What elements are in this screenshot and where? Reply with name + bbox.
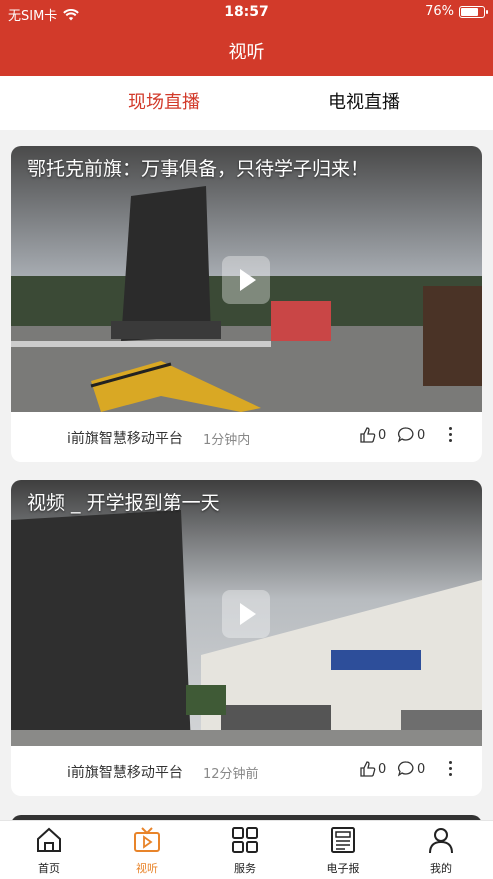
- person-icon: [429, 828, 453, 854]
- comment-count: 0: [417, 761, 426, 777]
- video-source: i前旗智慧移动平台: [67, 765, 183, 781]
- nav-audiovisual[interactable]: 视听: [98, 821, 196, 879]
- comment-count: 0: [417, 427, 426, 443]
- nav-label: 我的: [430, 862, 452, 875]
- video-source: i前旗智慧移动平台: [67, 431, 183, 447]
- video-title: 视频 _ 开学报到第一天: [27, 492, 220, 514]
- bottom-nav: 首页 视听 服务 电子报 我的: [0, 820, 493, 879]
- battery-percent: 76%: [425, 4, 454, 19]
- video-card[interactable]: 视频 _ 开学报到第一天 i前旗智慧移动平台 12分钟前 0 0: [11, 480, 482, 796]
- video-card[interactable]: 鄂托克前旗：万事俱备，只待学子归来！ i前旗智慧移动平台 1分钟内 0 0: [11, 146, 482, 462]
- video-time: 1分钟内: [203, 433, 251, 448]
- battery-fill: [461, 7, 478, 16]
- video-meta: i前旗智慧移动平台 12分钟前 0 0: [11, 746, 482, 796]
- thumbs-up-icon: [360, 427, 376, 443]
- status-bar: 无SIM卡 18:57 76%: [0, 0, 493, 26]
- nav-mine[interactable]: 我的: [392, 821, 490, 879]
- status-right: 76%: [425, 4, 488, 19]
- video-time: 12分钟前: [203, 767, 259, 782]
- grid-icon: [232, 827, 258, 853]
- comment-button[interactable]: 0: [397, 426, 425, 444]
- video-thumbnail[interactable]: 视频 _ 开学报到第一天: [11, 480, 482, 746]
- page-title: 视听: [228, 42, 265, 63]
- home-icon: [37, 827, 61, 852]
- video-meta: i前旗智慧移动平台 1分钟内 0 0: [11, 412, 482, 462]
- thumbs-up-icon: [360, 761, 376, 777]
- like-count: 0: [378, 761, 387, 777]
- like-button[interactable]: 0: [359, 426, 386, 444]
- nav-label: 首页: [38, 862, 60, 875]
- newspaper-icon: [331, 827, 355, 853]
- comment-button[interactable]: 0: [397, 760, 425, 778]
- app-header: 无SIM卡 18:57 76% 视听: [0, 0, 493, 76]
- video-title: 鄂托克前旗：万事俱备，只待学子归来！: [27, 158, 370, 180]
- status-time: 18:57: [224, 4, 269, 20]
- like-count: 0: [378, 427, 387, 443]
- tab-live-scene[interactable]: 现场直播: [84, 76, 244, 130]
- play-button[interactable]: [222, 590, 270, 638]
- nav-services[interactable]: 服务: [196, 821, 294, 879]
- play-button[interactable]: [222, 256, 270, 304]
- video-thumbnail[interactable]: 鄂托克前旗：万事俱备，只待学子归来！: [11, 146, 482, 412]
- tab-bar: 现场直播 电视直播: [0, 76, 493, 130]
- nav-label: 电子报: [326, 862, 360, 875]
- like-button[interactable]: 0: [359, 760, 386, 778]
- nav-label: 服务: [234, 862, 256, 875]
- tv-play-icon: [134, 827, 160, 852]
- battery-icon: [459, 5, 488, 18]
- nav-label: 视听: [136, 862, 158, 875]
- more-options-icon[interactable]: [443, 424, 457, 446]
- more-options-icon[interactable]: [443, 758, 457, 780]
- nav-home[interactable]: 首页: [0, 821, 98, 879]
- comment-icon: [397, 427, 414, 443]
- comment-icon: [397, 761, 414, 777]
- tab-tv-live[interactable]: 电视直播: [284, 76, 444, 130]
- nav-e-newspaper[interactable]: 电子报: [294, 821, 392, 879]
